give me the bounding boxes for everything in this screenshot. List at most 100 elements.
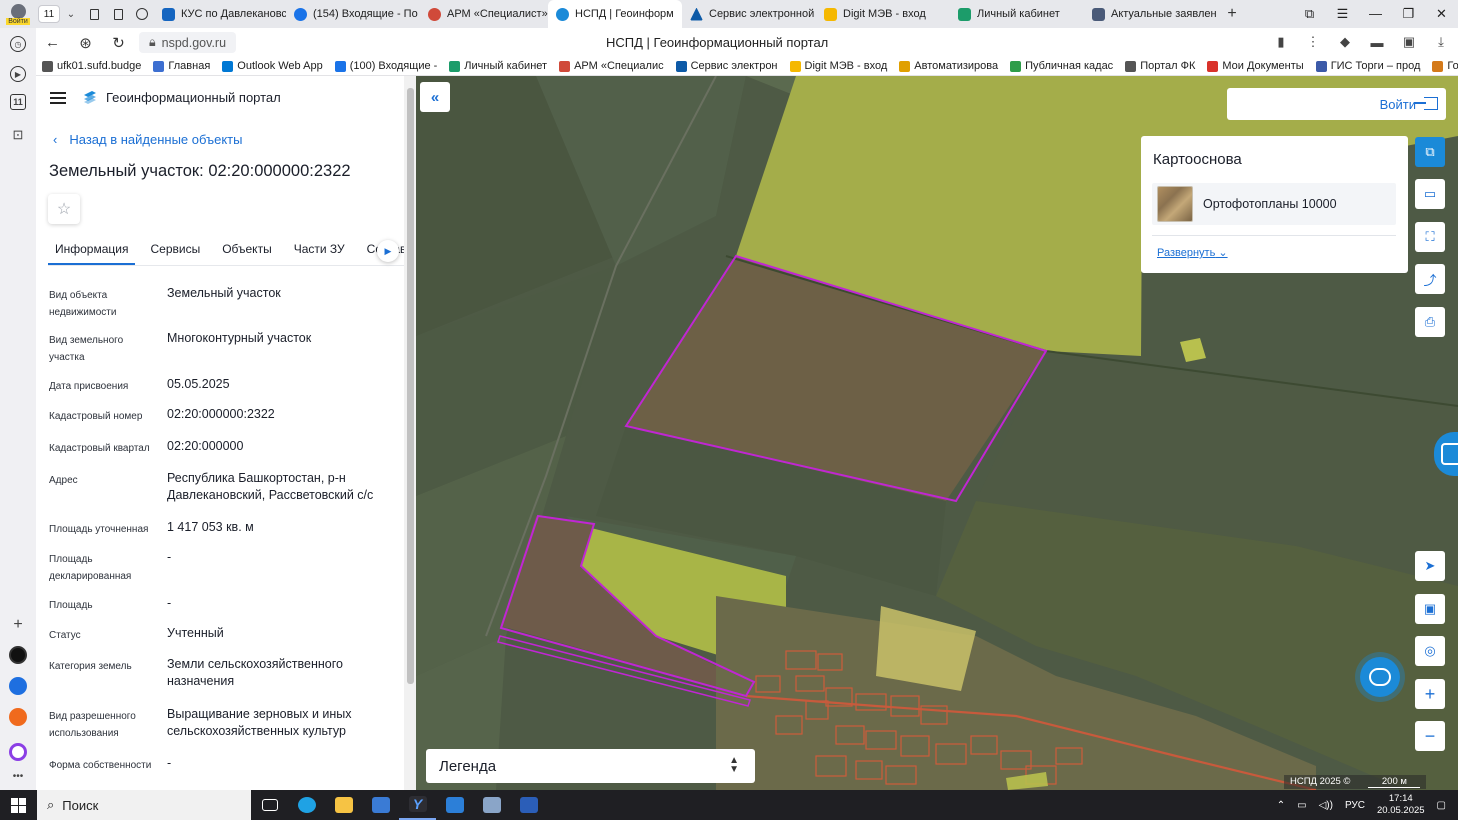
menu-icon[interactable] [50, 92, 66, 104]
volume-icon[interactable]: ◁)) [1319, 800, 1333, 811]
url-field[interactable]: 🔒︎ nspd.gov.ru [139, 32, 237, 53]
chevron-down-icon[interactable]: ⌄ [60, 9, 82, 20]
bookmark-icon[interactable]: ▮ [1270, 32, 1292, 52]
minimize-icon[interactable]: — [1359, 6, 1392, 22]
close-window-icon[interactable]: ✕ [1425, 6, 1458, 22]
bookmark-item[interactable]: (100) Входящие - [329, 60, 444, 72]
tab-services[interactable]: Сервисы [143, 236, 207, 265]
basemap-layer-item[interactable]: Ортофотопланы 10000 [1152, 183, 1396, 225]
layers-tool-button[interactable]: ⧉ [1415, 137, 1445, 167]
locate-me-button[interactable]: ➤ [1415, 551, 1445, 581]
bookmark-item[interactable]: Портал ФК [1119, 60, 1201, 72]
browser-tab[interactable]: АРМ «Специалист» [420, 0, 548, 28]
restore-icon[interactable]: ❐ [1392, 6, 1425, 22]
collapse-panel-button[interactable]: « [420, 82, 450, 112]
bookmark-item[interactable]: Городские [1426, 60, 1458, 72]
new-tab-button[interactable]: + [1220, 5, 1244, 23]
menu-icon[interactable]: ☰ [1326, 6, 1359, 22]
page-title: НСПД | Геоинформационный портал [606, 35, 829, 50]
minimap-button[interactable]: ▣ [1415, 594, 1445, 624]
chat-assistant-button[interactable] [1360, 657, 1400, 697]
share-tool-button[interactable]: ⤴ [1415, 264, 1445, 294]
shield-icon[interactable] [130, 0, 154, 28]
edge-browser-icon[interactable] [288, 790, 325, 820]
bookmark-item[interactable]: ufk01.sufd.budge [36, 60, 147, 72]
yandex-browser-icon[interactable]: Y [399, 790, 436, 820]
document-icon[interactable] [82, 0, 106, 28]
extension-icon[interactable]: ▬ [1366, 32, 1388, 52]
print-tool-button[interactable]: ⎙ [1415, 307, 1445, 337]
bookmark-item[interactable]: ГИС Торги – прод [1310, 60, 1427, 72]
calendar-icon[interactable]: 11 [10, 94, 26, 110]
back-to-results-link[interactable]: ‹ Назад в найденные объекты [53, 132, 242, 147]
browser-tab[interactable]: Digit МЭВ - вход [816, 0, 950, 28]
tabs-overview-icon[interactable]: ⧉ [1293, 6, 1326, 22]
browser-tab-bar: Войти 11 ⌄ КУС по Давлекановск (154) Вхо… [0, 0, 1458, 28]
bookmark-item[interactable]: Публичная кадас [1004, 60, 1119, 72]
play-icon[interactable]: ▶ [10, 66, 26, 82]
language-indicator[interactable]: РУС [1345, 800, 1365, 811]
windows-start-icon[interactable] [0, 790, 37, 820]
expand-collapse-icon: ▲ ▼ [729, 755, 739, 775]
taskbar-search-input[interactable]: ⌕ Поиск [37, 790, 251, 820]
browser-tab[interactable]: (154) Входящие - По [286, 0, 420, 28]
bookmark-item[interactable]: Сервис электрон [670, 60, 784, 72]
alice-icon[interactable] [9, 743, 27, 761]
app-icon[interactable] [436, 790, 473, 820]
search-location-button[interactable]: ◎ [1415, 636, 1445, 666]
add-panel-icon[interactable]: + [8, 615, 28, 635]
bookmark-item[interactable]: Личный кабинет [443, 60, 553, 72]
clock[interactable]: 17:14 20.05.2025 [1377, 793, 1425, 817]
login-button[interactable]: Войти [1227, 88, 1446, 120]
bookmark-item[interactable]: Outlook Web App [216, 60, 328, 72]
scrollbar-thumb[interactable] [407, 88, 414, 684]
protect-icon[interactable]: ⊛ [69, 34, 102, 52]
back-icon[interactable]: ← [36, 34, 69, 51]
tabs-scroll-right-icon[interactable]: ▶ [377, 240, 399, 262]
browser-tab-active[interactable]: НСПД | Геоинформ✕ [548, 0, 682, 28]
chevron-up-icon[interactable]: ⌃ [1277, 800, 1285, 811]
browser-tab[interactable]: Сервис электронной [682, 0, 816, 28]
browser-tab[interactable]: КУС по Давлекановск [154, 0, 286, 28]
word-icon[interactable] [510, 790, 547, 820]
browser-tab[interactable]: Актуальные заявлен [1084, 0, 1220, 28]
bookmark-item[interactable]: Digit МЭВ - вход [784, 60, 894, 72]
zoom-out-button[interactable]: − [1415, 721, 1445, 751]
reload-icon[interactable]: ↻ [102, 34, 135, 52]
map-view[interactable]: « Войти Картооснова Ортофотопланы 10000 … [416, 76, 1458, 790]
tab-count-button[interactable]: 11 [38, 5, 60, 23]
task-view-icon[interactable] [251, 790, 288, 820]
screenshot-icon[interactable]: ⊡ [8, 125, 28, 145]
messenger-icon[interactable] [9, 677, 27, 695]
tab-information[interactable]: Информация [48, 236, 136, 265]
expand-basemaps-link[interactable]: Развернуть ⌄ [1157, 246, 1228, 259]
more-vertical-icon[interactable]: ⋮ [1302, 32, 1324, 52]
download-icon[interactable]: ⤓ [1430, 32, 1452, 52]
app-icon[interactable] [9, 646, 27, 664]
bookmark-item[interactable]: Главная [147, 60, 216, 72]
network-icon[interactable]: ▭ [1297, 800, 1306, 811]
mail-icon[interactable] [9, 708, 27, 726]
store-icon[interactable] [362, 790, 399, 820]
bookmark-item[interactable]: Мои Документы [1201, 60, 1309, 72]
document-icon[interactable] [106, 0, 130, 28]
browser-tab[interactable]: Личный кабинет [950, 0, 1084, 28]
user-profile-button[interactable]: Войти [0, 0, 36, 28]
notifications-icon[interactable]: ▢ [1437, 800, 1446, 811]
zoom-in-button[interactable]: + [1415, 679, 1445, 709]
extension-icon[interactable]: ◆ [1334, 32, 1356, 52]
extension-icon[interactable]: ▣ [1398, 32, 1420, 52]
history-icon[interactable]: ◷ [10, 36, 26, 52]
panel-scrollbar[interactable] [404, 76, 416, 790]
file-explorer-icon[interactable] [325, 790, 362, 820]
legend-dropdown[interactable]: Легенда ▲ ▼ [426, 749, 755, 783]
bookmark-item[interactable]: АРМ «Специалис [553, 60, 670, 72]
tab-parts[interactable]: Части ЗУ [287, 236, 352, 265]
app-icon[interactable] [473, 790, 510, 820]
tab-objects[interactable]: Объекты [215, 236, 279, 265]
bookmark-item[interactable]: Автоматизирова [893, 60, 1004, 72]
area-select-tool-button[interactable]: ⛶ [1415, 222, 1445, 252]
ruler-tool-button[interactable]: ▭ [1415, 179, 1445, 209]
favorite-star-button[interactable]: ☆ [48, 194, 80, 224]
more-icon[interactable]: ••• [8, 766, 28, 786]
